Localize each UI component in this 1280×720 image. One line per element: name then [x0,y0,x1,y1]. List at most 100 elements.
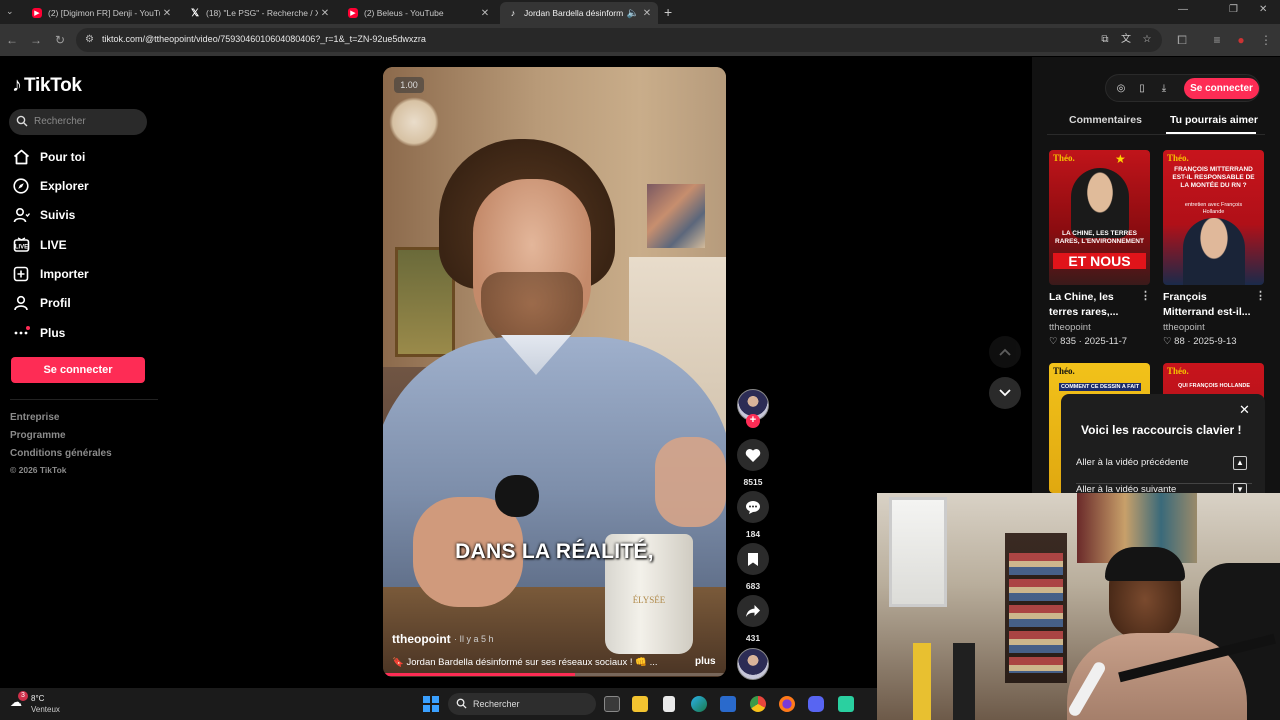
close-icon[interactable]: ✕ [1239,402,1250,418]
start-pane [423,696,430,703]
nav-profile[interactable]: Profil [12,293,71,313]
video-author[interactable]: ttheopoint [392,632,451,646]
more-icon [12,324,30,342]
new-tab-button[interactable]: + [664,4,672,20]
phone-icon[interactable]: ▯ [1135,82,1149,96]
url-text[interactable]: tiktok.com/@ttheopoint/video/75930460106… [102,34,426,44]
start-pane [432,696,439,703]
windows-start-icon[interactable] [423,696,439,712]
footer-link-terms[interactable]: Conditions générales [10,448,112,459]
login-button-top[interactable]: Se connecter [1184,78,1259,99]
discord-icon[interactable] [808,696,824,712]
share-button[interactable]: 431 [737,595,769,643]
video-thumbnail[interactable]: Théo. FRANÇOIS MITTERRAND EST-IL RESPONS… [1163,150,1264,285]
footer-link-business[interactable]: Entreprise [10,412,59,423]
video-progress-bar[interactable] [383,673,726,676]
tab-recommended[interactable]: Tu pourrais aimer [1170,114,1258,126]
edge-icon[interactable] [691,696,707,712]
address-bar[interactable]: ⚙ tiktok.com/@ttheopoint/video/759304601… [76,28,1162,52]
search-input[interactable]: Rechercher [9,109,147,135]
app-icon[interactable] [838,696,854,712]
window-frame [889,497,947,607]
video-thumbnail[interactable]: Théo. ★ LA CHINE, LES TERRES RARES, L'EN… [1049,150,1150,285]
tab-search-button[interactable]: ⌄ [6,6,14,17]
tab-close-icon[interactable]: ✕ [478,8,492,19]
thumbnail-text: LA CHINE, LES TERRES RARES, L'ENVIRONNEM… [1055,230,1144,245]
card-menu-icon[interactable]: ⋮ [1255,289,1266,302]
reload-icon[interactable]: ↻ [53,33,67,47]
profile-avatar-icon[interactable]: ● [1234,33,1248,47]
card-user[interactable]: ttheopoint [1163,322,1205,333]
card-menu-icon[interactable]: ⋮ [1140,289,1151,302]
like-button[interactable]: 8515 [737,439,769,487]
heart-outline-icon: ♡ [1049,336,1058,347]
thumbnail-subtext: entretien avec François Hollande [1184,202,1243,215]
follow-plus-icon[interactable]: + [746,414,760,428]
forward-icon[interactable]: → [29,33,43,47]
star-icon: ★ [1115,152,1126,166]
store-icon[interactable] [720,696,736,712]
tab-beleus[interactable]: ▶ (2) Beleus - YouTube ✕ [340,2,496,24]
bookmark-star-icon[interactable]: ☆ [1140,33,1154,47]
site-info-icon[interactable]: ⚙ [85,34,94,45]
back-icon[interactable]: ← [5,33,19,47]
card-title[interactable]: La Chine, les terres rares,... [1049,290,1137,320]
coin-icon[interactable]: ◎ [1114,82,1128,96]
firefox-icon[interactable] [779,696,795,712]
translate-icon[interactable]: 文 [1119,33,1133,47]
download-icon[interactable]: ⤓ [1157,82,1171,96]
x-icon: 𝕏 [190,7,200,19]
card-title[interactable]: François Mitterrand est-il... [1163,290,1251,320]
login-button[interactable]: Se connecter [11,357,145,383]
sound-avatar [737,648,769,680]
browser-menu-icon[interactable]: ⋮ [1259,33,1273,47]
task-view-icon[interactable] [604,696,620,712]
taskbar-search-input[interactable]: Rechercher [448,693,596,715]
reading-list-icon[interactable]: ≡ [1210,33,1224,47]
thumbnail-big-text: ET NOUS [1053,253,1146,269]
comment-button[interactable]: 184 [737,491,769,539]
tab-close-icon[interactable]: ✕ [160,8,174,19]
tab-psg-search[interactable]: 𝕏 (18) "Le PSG" - Recherche / X ✕ [182,2,336,24]
nav-explore[interactable]: Explorer [12,176,89,196]
nav-label: Suivis [40,208,76,222]
nav-following[interactable]: Suivis [12,205,75,225]
tab-tiktok-active[interactable]: ♪ Jordan Bardella désinform 🔈 ✕ [500,2,658,24]
next-video-button[interactable] [989,377,1021,409]
nav-for-you[interactable]: Pour toi [12,147,85,167]
close-window-icon[interactable]: ✕ [1259,4,1267,15]
card-user[interactable]: ttheopoint [1049,322,1091,333]
minimize-icon[interactable]: — [1178,4,1188,15]
sound-avatar-button[interactable] [737,648,769,680]
tab-close-icon[interactable]: ✕ [318,8,332,19]
tab-active-indicator [1166,132,1256,134]
nav-label: Explorer [40,179,89,193]
nav-live[interactable]: LIVE LIVE [12,235,67,255]
show-more-link[interactable]: plus [695,656,716,667]
tab-close-icon[interactable]: ✕ [640,8,654,19]
tab-digimon[interactable]: ▶ (2) [Digimon FR] Denji - YouTube ✕ [24,2,178,24]
previous-video-button[interactable] [989,336,1021,368]
upload-icon [12,265,30,283]
nav-upload[interactable]: Importer [12,264,89,284]
live-icon: LIVE [12,236,30,254]
nav-label: Importer [40,267,89,281]
restore-icon[interactable]: ❐ [1229,4,1238,15]
footer-link-program[interactable]: Programme [10,430,66,441]
video-player[interactable]: ÉLYSÉE 1.00 DANS LA RÉALITÉ, ttheopoint … [383,67,726,677]
install-icon[interactable]: ⧉ [1098,33,1112,47]
chrome-icon[interactable] [750,696,766,712]
webcam-overlay [877,493,1280,720]
youtube-icon: ▶ [32,8,42,18]
theo-logo: Théo. [1167,153,1189,163]
tiktok-logo[interactable]: ♪ TikTok [12,74,82,97]
document-icon[interactable] [663,696,675,712]
tab-comments[interactable]: Commentaires [1069,114,1142,126]
playback-speed[interactable]: 1.00 [394,77,424,93]
file-explorer-icon[interactable] [632,696,648,712]
microphone [495,475,539,517]
save-button[interactable]: 683 [737,543,769,591]
speaker-icon[interactable]: 🔈 [626,8,640,19]
nav-more[interactable]: Plus [12,323,65,343]
extensions-icon[interactable]: ⧠ [1175,33,1189,47]
